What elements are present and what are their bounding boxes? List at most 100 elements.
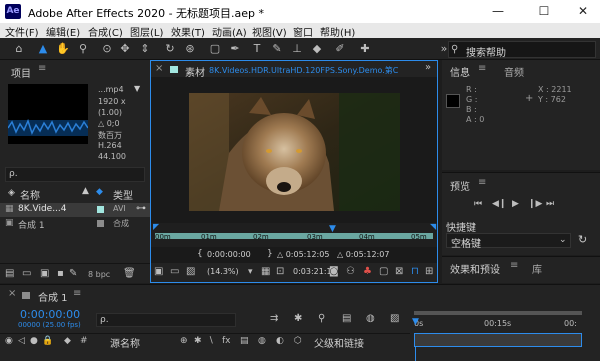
menu-layer[interactable]: 图层(L) <box>130 24 163 39</box>
close-button[interactable]: ✕ <box>568 3 598 20</box>
playhead-icon[interactable]: ▼ <box>329 224 336 234</box>
roto-brush-tool-icon[interactable]: ✐ <box>333 42 347 56</box>
frame-blend-switch-icon[interactable]: ▤ <box>240 334 249 348</box>
shy-switch-icon[interactable]: ⊕ <box>180 334 188 348</box>
column-name[interactable]: 名称 <box>20 187 40 202</box>
zoom-tool-icon[interactable]: ⚲ <box>76 42 90 56</box>
brush-tool-icon[interactable]: ✎ <box>270 42 284 56</box>
menu-composition[interactable]: 合成(C) <box>88 24 123 39</box>
set-out-icon[interactable]: } <box>267 249 273 259</box>
viewer-tab-label[interactable]: 素材 <box>185 64 205 79</box>
minimize-button[interactable]: — <box>483 3 513 20</box>
rectangle-tool-icon[interactable]: ▢ <box>208 42 222 56</box>
fx-switch-icon[interactable]: ✱ <box>194 334 202 348</box>
label-column-icon[interactable]: ◈ <box>8 188 15 198</box>
interpret-footage-icon[interactable]: ▤ <box>5 267 14 281</box>
menu-window[interactable]: 窗口 <box>293 24 313 39</box>
delete-icon[interactable]: ✎ <box>69 267 77 281</box>
motion-blur-icon[interactable]: ◍ <box>366 312 375 326</box>
timeline-ruler[interactable]: 0s 00:15s 00: ▼ <box>412 307 594 329</box>
quality-switch-icon[interactable]: ∖ <box>208 334 214 348</box>
last-frame-icon[interactable]: ⏭ <box>546 197 554 211</box>
project-row[interactable]: ▣ 合成 1 合成 <box>0 217 150 231</box>
adjustment-switch-icon[interactable]: ◐ <box>276 334 284 348</box>
file-dropdown-icon[interactable]: ▼ <box>134 84 140 93</box>
panel-menu-icon[interactable]: ≡ <box>478 177 486 188</box>
image-icon[interactable]: ▨ <box>186 265 195 279</box>
anchor-point-tool-icon[interactable]: ⊛ <box>183 42 197 56</box>
menu-help[interactable]: 帮助(H) <box>320 24 355 39</box>
puppet-pin-tool-icon[interactable]: ✚ <box>358 42 372 56</box>
project-row-selected[interactable]: ▦ 8K.Vide...4 AVI <box>0 203 150 217</box>
zoom-dropdown-icon[interactable]: ▾ <box>248 265 253 279</box>
pen-tool-icon[interactable]: ✒ <box>228 42 242 56</box>
fast-previews-icon[interactable]: ⊓ <box>411 265 419 279</box>
show-snapshot-icon[interactable]: ⚇ <box>346 265 355 279</box>
work-area-bar[interactable] <box>155 233 433 239</box>
effect-switch-icon[interactable]: fx <box>222 334 231 348</box>
menu-view[interactable]: 视图(V) <box>252 24 287 39</box>
set-in-icon[interactable]: { <box>197 249 203 259</box>
menu-effect[interactable]: 效果(T) <box>171 24 205 39</box>
shy-layers-icon[interactable]: ⚲ <box>318 312 325 326</box>
pan-camera-icon[interactable]: ✥ <box>118 42 132 56</box>
safe-zones-icon[interactable]: ⊡ <box>276 265 284 279</box>
motion-blur-switch-icon[interactable]: ◍ <box>258 334 266 348</box>
snapshot-icon[interactable]: ◙ <box>329 265 339 279</box>
clone-stamp-tool-icon[interactable]: ⊥ <box>290 42 304 56</box>
label-tag-icon[interactable]: ◆ <box>96 187 103 197</box>
region-of-interest-icon[interactable]: ▢ <box>379 265 388 279</box>
menu-animation[interactable]: 动画(A) <box>212 24 247 39</box>
playhead-icon[interactable]: ▼ <box>412 317 419 327</box>
help-search-field[interactable]: ⚲ 搜索帮助 <box>448 41 596 59</box>
close-tab-icon[interactable]: × <box>8 288 16 299</box>
sort-asc-icon[interactable]: ▲ <box>82 186 89 196</box>
shortcut-select[interactable]: 空格键 ⌄ <box>446 233 571 250</box>
next-frame-icon[interactable]: ❙▶ <box>528 197 542 211</box>
out-point-marker[interactable]: ◥ <box>430 222 436 231</box>
flowchart-icon[interactable]: ⊶ <box>136 203 146 214</box>
effects-tab[interactable]: 效果和预设 <box>450 261 500 276</box>
project-panel-title[interactable]: 项目 <box>11 65 31 80</box>
column-type[interactable]: 类型 <box>113 187 133 202</box>
new-folder-icon[interactable]: ▭ <box>22 267 31 281</box>
view-options-icon[interactable]: ⊞ <box>425 265 433 279</box>
panel-menu-icon[interactable]: ≡ <box>478 63 486 74</box>
timeline-search-input[interactable]: ρ. <box>96 313 236 327</box>
bit-depth[interactable]: 8 bpc <box>88 270 110 279</box>
grid-icon[interactable]: ▦ <box>261 265 270 279</box>
3d-layer-switch-icon[interactable]: ⬡ <box>294 334 302 348</box>
column-source-name[interactable]: 源名称 <box>110 335 140 350</box>
menu-file[interactable]: 文件(F) <box>5 24 39 39</box>
maximize-button[interactable]: ☐ <box>529 3 559 20</box>
hand-tool-icon[interactable]: ✋ <box>56 42 70 56</box>
viewer-overflow-icon[interactable]: » <box>425 62 431 73</box>
loop-icon[interactable]: ↻ <box>578 233 587 246</box>
first-frame-icon[interactable]: ⏮ <box>474 197 482 211</box>
timecode-display[interactable]: 0:00:00:00 <box>20 308 80 321</box>
panel-menu-icon[interactable]: ≡ <box>73 288 81 299</box>
lock-icon[interactable]: 🔒 <box>42 334 53 348</box>
preview-title[interactable]: 预览 <box>450 178 470 193</box>
trash-icon[interactable]: 🗑 <box>123 267 136 281</box>
type-tool-icon[interactable]: T <box>250 42 264 56</box>
close-tab-icon[interactable]: × <box>155 63 163 74</box>
play-icon[interactable]: ▶ <box>512 197 519 211</box>
comp-tab[interactable]: 合成 1 <box>38 289 68 304</box>
magnification-ratio[interactable]: (14.3%) <box>207 267 239 276</box>
home-icon[interactable]: ⌂ <box>12 42 26 56</box>
menu-edit[interactable]: 编辑(E) <box>46 24 80 39</box>
layer-duration-bar[interactable] <box>414 333 582 347</box>
previous-frame-icon[interactable]: ◀❙ <box>492 197 506 211</box>
work-area-track[interactable] <box>414 311 582 315</box>
monitor-icon[interactable]: ▭ <box>170 265 179 279</box>
frame-blending-icon[interactable]: ▤ <box>342 312 351 326</box>
in-time[interactable]: 0:00:00:00 <box>207 250 251 259</box>
info-tab[interactable]: 信息 <box>450 64 470 79</box>
always-preview-icon[interactable]: ▣ <box>154 265 163 279</box>
panel-menu-icon[interactable]: ≡ <box>38 63 46 74</box>
channel-rgb-icon[interactable]: ♣ <box>363 265 372 279</box>
hash-icon[interactable]: # <box>80 334 88 348</box>
eraser-tool-icon[interactable]: ◆ <box>310 42 324 56</box>
in-point-marker[interactable]: ◤ <box>153 222 159 231</box>
